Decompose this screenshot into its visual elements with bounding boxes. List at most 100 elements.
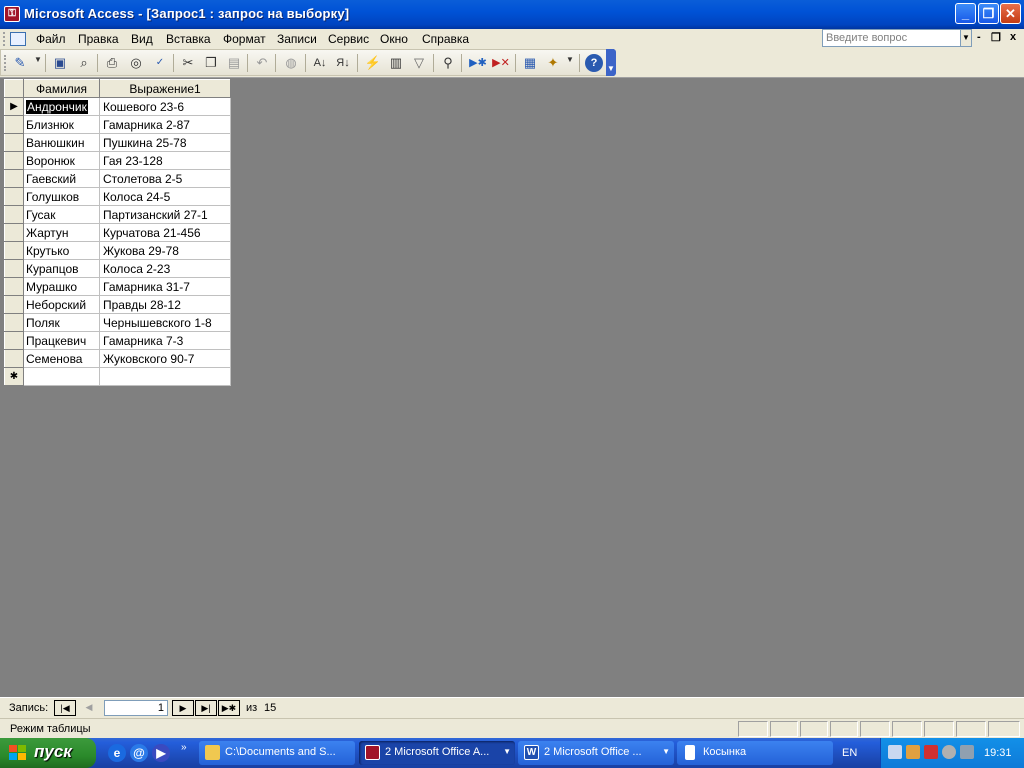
cell-expression[interactable]: Гамарника 7-3 xyxy=(99,331,231,350)
display-icon[interactable] xyxy=(960,745,974,759)
table-row[interactable]: Гаевский Столетова 2-5 xyxy=(4,169,231,188)
spelling-icon[interactable]: ✓ xyxy=(151,54,169,72)
new-object-dropdown-icon[interactable]: ▼ xyxy=(566,55,574,64)
record-number-input[interactable]: 1 xyxy=(104,700,168,716)
view-dropdown-icon[interactable]: ▼ xyxy=(34,55,42,64)
menu-view[interactable]: Вид xyxy=(131,32,153,46)
cell-surname[interactable]: Голушков xyxy=(23,187,100,206)
record-selector[interactable] xyxy=(4,223,24,242)
new-record-nav-button[interactable]: ▶✱ xyxy=(218,700,240,716)
hyperlink-icon[interactable]: ◍ xyxy=(282,54,300,72)
child-close-button[interactable]: x xyxy=(1010,31,1016,43)
previous-record-button[interactable]: ◀ xyxy=(78,700,100,716)
cell-expression[interactable] xyxy=(99,367,231,386)
menu-edit[interactable]: Правка xyxy=(78,32,119,46)
cell-surname[interactable]: Андрончик xyxy=(23,97,100,116)
table-row[interactable]: Гусак Партизанский 27-1 xyxy=(4,205,231,224)
cell-expression[interactable]: Кошевого 23-6 xyxy=(99,97,231,116)
document-control-icon[interactable] xyxy=(10,32,26,46)
record-selector[interactable] xyxy=(4,133,24,152)
cell-surname[interactable]: Воронюк xyxy=(23,151,100,170)
table-row[interactable]: Семенова Жуковского 90-7 xyxy=(4,349,231,368)
delete-record-icon[interactable]: ▶✕ xyxy=(492,54,510,72)
language-indicator[interactable]: EN xyxy=(842,747,857,759)
record-selector[interactable] xyxy=(4,205,24,224)
menu-file[interactable]: Файл xyxy=(36,32,66,46)
taskbar-button-solitaire[interactable]: Косынка xyxy=(677,741,833,765)
cell-surname[interactable]: Ванюшкин xyxy=(23,133,100,152)
find-icon[interactable]: ⚲ xyxy=(439,54,457,72)
database-window-icon[interactable]: ▦ xyxy=(521,54,539,72)
cell-expression[interactable]: Жукова 29-78 xyxy=(99,241,231,260)
print-preview-icon[interactable]: ◎ xyxy=(127,54,145,72)
cell-surname[interactable]: Мурашко xyxy=(23,277,100,296)
toolbar-options-icon[interactable]: ▼ xyxy=(606,49,616,76)
outlook-express-icon[interactable]: @ xyxy=(130,744,148,762)
cell-expression[interactable]: Жуковского 90-7 xyxy=(99,349,231,368)
restore-button[interactable]: ❐ xyxy=(978,3,999,24)
cut-icon[interactable]: ✂ xyxy=(179,54,197,72)
new-record-row[interactable]: ✱ xyxy=(4,367,231,386)
cell-surname[interactable]: Семенова xyxy=(23,349,100,368)
quick-launch-overflow[interactable]: » xyxy=(181,742,187,753)
cell-expression[interactable]: Гая 23-128 xyxy=(99,151,231,170)
record-selector[interactable] xyxy=(4,151,24,170)
cell-expression[interactable]: Партизанский 27-1 xyxy=(99,205,231,224)
network-icon[interactable] xyxy=(888,745,902,759)
new-record-selector[interactable]: ✱ xyxy=(4,367,24,386)
search-icon[interactable]: ⌕ xyxy=(75,54,93,72)
table-row[interactable]: Воронюк Гая 23-128 xyxy=(4,151,231,170)
new-record-icon[interactable]: ▶✱ xyxy=(469,54,487,72)
menu-format[interactable]: Формат xyxy=(223,32,266,46)
menu-grip[interactable] xyxy=(3,32,7,46)
record-selector[interactable] xyxy=(4,277,24,296)
first-record-button[interactable]: |◀ xyxy=(54,700,76,716)
table-row[interactable]: Поляк Чернышевского 1-8 xyxy=(4,313,231,332)
cell-expression[interactable]: Гамарника 31-7 xyxy=(99,277,231,296)
taskbar-button-access[interactable]: 2 Microsoft Office A... ▼ xyxy=(359,741,515,765)
undo-icon[interactable]: ↶ xyxy=(253,54,271,72)
record-selector[interactable] xyxy=(4,295,24,314)
record-selector[interactable] xyxy=(4,115,24,134)
cell-surname[interactable] xyxy=(23,367,100,386)
sort-descending-icon[interactable]: Я↓ xyxy=(334,54,352,72)
cell-expression[interactable]: Колоса 2-23 xyxy=(99,259,231,278)
taskbar-button-explorer[interactable]: C:\Documents and S... xyxy=(199,741,355,765)
cell-surname[interactable]: Гусак xyxy=(23,205,100,224)
ask-question-dropdown[interactable]: ▼ xyxy=(960,29,972,47)
cell-expression[interactable]: Чернышевского 1-8 xyxy=(99,313,231,332)
table-row[interactable]: Мурашко Гамарника 31-7 xyxy=(4,277,231,296)
cell-expression[interactable]: Пушкина 25-78 xyxy=(99,133,231,152)
close-button[interactable]: ✕ xyxy=(1000,3,1021,24)
table-row[interactable]: Близнюк Гамарника 2-87 xyxy=(4,115,231,134)
filter-by-form-icon[interactable]: ▥ xyxy=(387,54,405,72)
table-row[interactable]: Курапцов Колоса 2-23 xyxy=(4,259,231,278)
cell-surname[interactable]: Жартун xyxy=(23,223,100,242)
table-row[interactable]: Неборский Правды 28-12 xyxy=(4,295,231,314)
cell-expression[interactable]: Гамарника 2-87 xyxy=(99,115,231,134)
cell-surname[interactable]: Крутько xyxy=(23,241,100,260)
table-row[interactable]: Крутько Жукова 29-78 xyxy=(4,241,231,260)
menu-help[interactable]: Справка xyxy=(422,32,469,46)
table-row[interactable]: ▶ Андрончик Кошевого 23-6 xyxy=(4,97,231,116)
child-minimize-button[interactable]: - xyxy=(977,31,981,43)
paste-icon[interactable]: ▤ xyxy=(225,54,243,72)
child-restore-button[interactable]: ❐ xyxy=(991,31,1001,44)
menu-records[interactable]: Записи xyxy=(277,32,317,46)
ie-icon[interactable]: e xyxy=(108,744,126,762)
cell-expression[interactable]: Правды 28-12 xyxy=(99,295,231,314)
cell-surname[interactable]: Працкевич xyxy=(23,331,100,350)
copy-icon[interactable]: ❐ xyxy=(202,54,220,72)
last-record-button[interactable]: ▶| xyxy=(195,700,217,716)
record-selector[interactable] xyxy=(4,349,24,368)
cell-surname[interactable]: Поляк xyxy=(23,313,100,332)
toolbar-grip[interactable] xyxy=(4,55,6,71)
filter-by-selection-icon[interactable]: ⚡ xyxy=(364,54,382,72)
cell-expression[interactable]: Столетова 2-5 xyxy=(99,169,231,188)
table-row[interactable]: Голушков Колоса 24-5 xyxy=(4,187,231,206)
cell-expression[interactable]: Курчатова 21-456 xyxy=(99,223,231,242)
title-bar[interactable]: ⚿ Microsoft Access - [Запрос1 : запрос н… xyxy=(0,0,1024,29)
taskbar-button-word[interactable]: W 2 Microsoft Office ... ▼ xyxy=(518,741,674,765)
cell-surname[interactable]: Гаевский xyxy=(23,169,100,188)
menu-window[interactable]: Окно xyxy=(380,32,408,46)
